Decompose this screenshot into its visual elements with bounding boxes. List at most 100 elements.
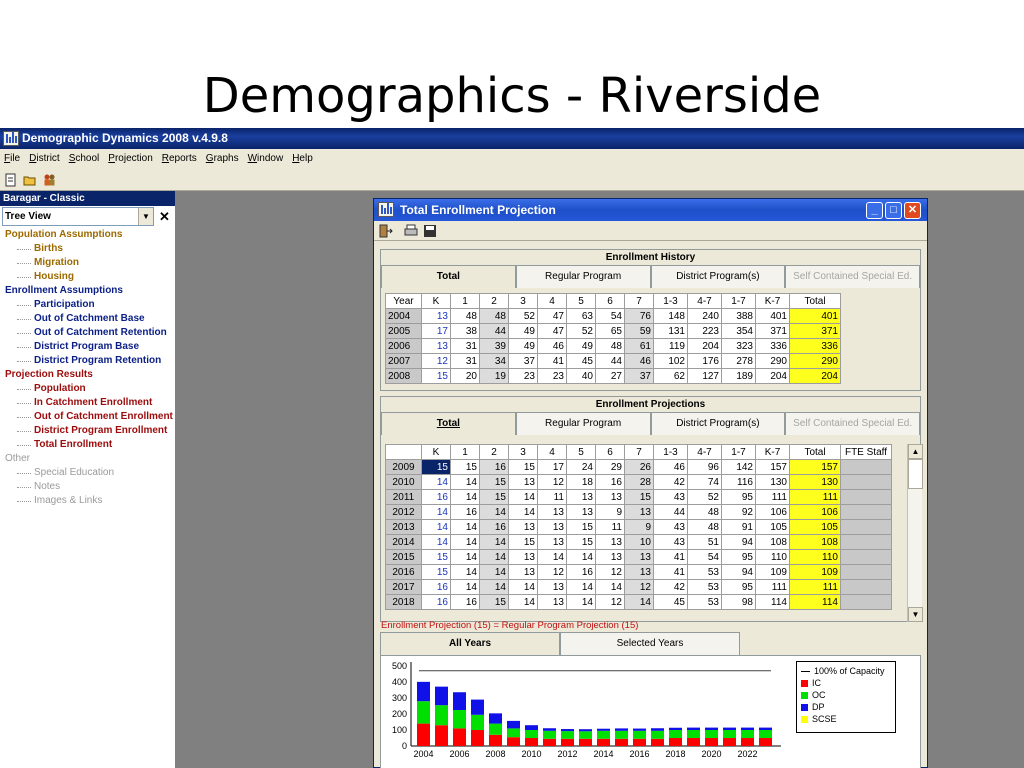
table-cell[interactable]: 53 bbox=[687, 564, 722, 580]
table-cell[interactable]: 388 bbox=[721, 308, 756, 324]
table-cell[interactable]: 13 bbox=[624, 549, 654, 565]
table-cell[interactable]: 110 bbox=[755, 549, 790, 565]
table-cell[interactable]: 189 bbox=[721, 368, 756, 384]
table-cell[interactable]: 65 bbox=[595, 323, 625, 339]
table-cell[interactable]: 13 bbox=[508, 549, 538, 565]
table-cell[interactable]: 13 bbox=[508, 564, 538, 580]
scroll-down-icon[interactable]: ▼ bbox=[908, 607, 923, 622]
table-cell[interactable]: 2015 bbox=[385, 549, 422, 565]
table-cell[interactable]: 41 bbox=[537, 353, 567, 369]
table-cell[interactable]: 13 bbox=[421, 338, 451, 354]
table-cell[interactable]: 2010 bbox=[385, 474, 422, 490]
table-cell[interactable]: 14 bbox=[421, 519, 451, 535]
window-titlebar[interactable]: Total Enrollment Projection _ □ ✕ bbox=[374, 199, 927, 221]
history-tab-regular[interactable]: Regular Program bbox=[515, 265, 651, 288]
table-cell[interactable]: 96 bbox=[687, 459, 722, 475]
tree-item[interactable]: District Program Retention bbox=[0, 354, 176, 368]
table-cell[interactable] bbox=[840, 459, 892, 475]
projection-tab-total[interactable]: Total bbox=[381, 412, 516, 435]
table-cell[interactable]: 62 bbox=[653, 368, 688, 384]
table-cell[interactable]: 95 bbox=[721, 579, 756, 595]
table-cell[interactable]: 13 bbox=[537, 594, 567, 610]
table-cell[interactable]: 13 bbox=[595, 549, 625, 565]
table-cell[interactable]: 9 bbox=[595, 504, 625, 520]
table-cell[interactable]: 204 bbox=[687, 338, 722, 354]
table-cell[interactable]: 13 bbox=[537, 504, 567, 520]
table-cell[interactable]: 49 bbox=[508, 338, 538, 354]
table-cell[interactable]: 52 bbox=[687, 489, 722, 505]
save-icon[interactable] bbox=[423, 224, 437, 238]
table-cell[interactable]: 323 bbox=[721, 338, 756, 354]
table-cell[interactable]: 26 bbox=[624, 459, 654, 475]
table-cell[interactable]: 127 bbox=[687, 368, 722, 384]
table-cell[interactable]: 2012 bbox=[385, 504, 422, 520]
tree-item[interactable]: Other bbox=[0, 452, 176, 466]
tree-item[interactable]: Notes bbox=[0, 480, 176, 494]
menu-school[interactable]: School bbox=[69, 149, 100, 169]
table-cell[interactable]: 14 bbox=[450, 579, 480, 595]
table-cell[interactable]: 43 bbox=[653, 534, 688, 550]
table-cell[interactable]: 11 bbox=[537, 489, 567, 505]
tree-item[interactable]: Out of Catchment Enrollment bbox=[0, 410, 176, 424]
table-cell[interactable]: 223 bbox=[687, 323, 722, 339]
table-cell[interactable]: 15 bbox=[479, 474, 509, 490]
table-cell[interactable]: 14 bbox=[508, 489, 538, 505]
tree-item[interactable]: In Catchment Enrollment bbox=[0, 396, 176, 410]
table-cell[interactable] bbox=[840, 594, 892, 610]
table-cell[interactable]: 14 bbox=[479, 579, 509, 595]
table-cell[interactable]: 16 bbox=[421, 489, 451, 505]
table-cell[interactable] bbox=[840, 504, 892, 520]
table-cell[interactable]: 17 bbox=[537, 459, 567, 475]
table-cell[interactable]: 14 bbox=[450, 564, 480, 580]
table-cell[interactable]: 157 bbox=[789, 459, 841, 475]
table-cell[interactable]: 2004 bbox=[385, 308, 422, 324]
menu-file[interactable]: File bbox=[4, 149, 20, 169]
tree-item[interactable]: District Program Base bbox=[0, 340, 176, 354]
table-cell[interactable]: 54 bbox=[687, 549, 722, 565]
tree-item[interactable]: Special Education bbox=[0, 466, 176, 480]
tree-item[interactable]: Enrollment Assumptions bbox=[0, 284, 176, 298]
table-cell[interactable]: 48 bbox=[450, 308, 480, 324]
table-cell[interactable]: 2009 bbox=[385, 459, 422, 475]
table-cell[interactable]: 401 bbox=[755, 308, 790, 324]
tree-item[interactable]: Out of Catchment Retention bbox=[0, 326, 176, 340]
projection-tab-regular[interactable]: Regular Program bbox=[515, 412, 651, 435]
table-cell[interactable]: 38 bbox=[450, 323, 480, 339]
table-cell[interactable]: 19 bbox=[479, 368, 509, 384]
table-cell[interactable]: 14 bbox=[479, 549, 509, 565]
menu-graphs[interactable]: Graphs bbox=[206, 149, 239, 169]
table-cell[interactable]: 13 bbox=[566, 489, 596, 505]
table-cell[interactable]: 401 bbox=[789, 308, 841, 324]
table-cell[interactable]: 44 bbox=[479, 323, 509, 339]
new-document-icon[interactable] bbox=[4, 173, 18, 187]
table-cell[interactable]: 2013 bbox=[385, 519, 422, 535]
table-cell[interactable]: 336 bbox=[755, 338, 790, 354]
app-titlebar[interactable]: Demographic Dynamics 2008 v.4.9.8 bbox=[0, 128, 1024, 149]
tree-item[interactable]: Images & Links bbox=[0, 494, 176, 508]
table-cell[interactable] bbox=[840, 549, 892, 565]
table-cell[interactable]: 111 bbox=[789, 489, 841, 505]
table-cell[interactable]: 52 bbox=[508, 308, 538, 324]
table-cell[interactable]: 157 bbox=[755, 459, 790, 475]
table-cell[interactable]: 16 bbox=[479, 459, 509, 475]
table-cell[interactable]: 45 bbox=[653, 594, 688, 610]
table-cell[interactable]: 16 bbox=[566, 564, 596, 580]
table-cell[interactable]: 14 bbox=[508, 504, 538, 520]
table-cell[interactable]: 52 bbox=[566, 323, 596, 339]
table-cell[interactable] bbox=[840, 489, 892, 505]
table-cell[interactable]: 2008 bbox=[385, 368, 422, 384]
table-cell[interactable]: 204 bbox=[789, 368, 841, 384]
projection-tab-district[interactable]: District Program(s) bbox=[650, 412, 786, 435]
table-cell[interactable]: 13 bbox=[566, 504, 596, 520]
table-cell[interactable]: 2014 bbox=[385, 534, 422, 550]
window-close-icon[interactable]: ✕ bbox=[904, 202, 921, 219]
table-cell[interactable]: 148 bbox=[653, 308, 688, 324]
chart-tab-all-years[interactable]: All Years bbox=[380, 632, 560, 655]
menu-help[interactable]: Help bbox=[292, 149, 313, 169]
tree-item[interactable]: Projection Results bbox=[0, 368, 176, 382]
table-cell[interactable]: 15 bbox=[421, 564, 451, 580]
table-cell[interactable]: 16 bbox=[450, 594, 480, 610]
print-icon[interactable] bbox=[404, 224, 418, 238]
table-cell[interactable]: 28 bbox=[624, 474, 654, 490]
exit-icon[interactable] bbox=[379, 224, 393, 238]
